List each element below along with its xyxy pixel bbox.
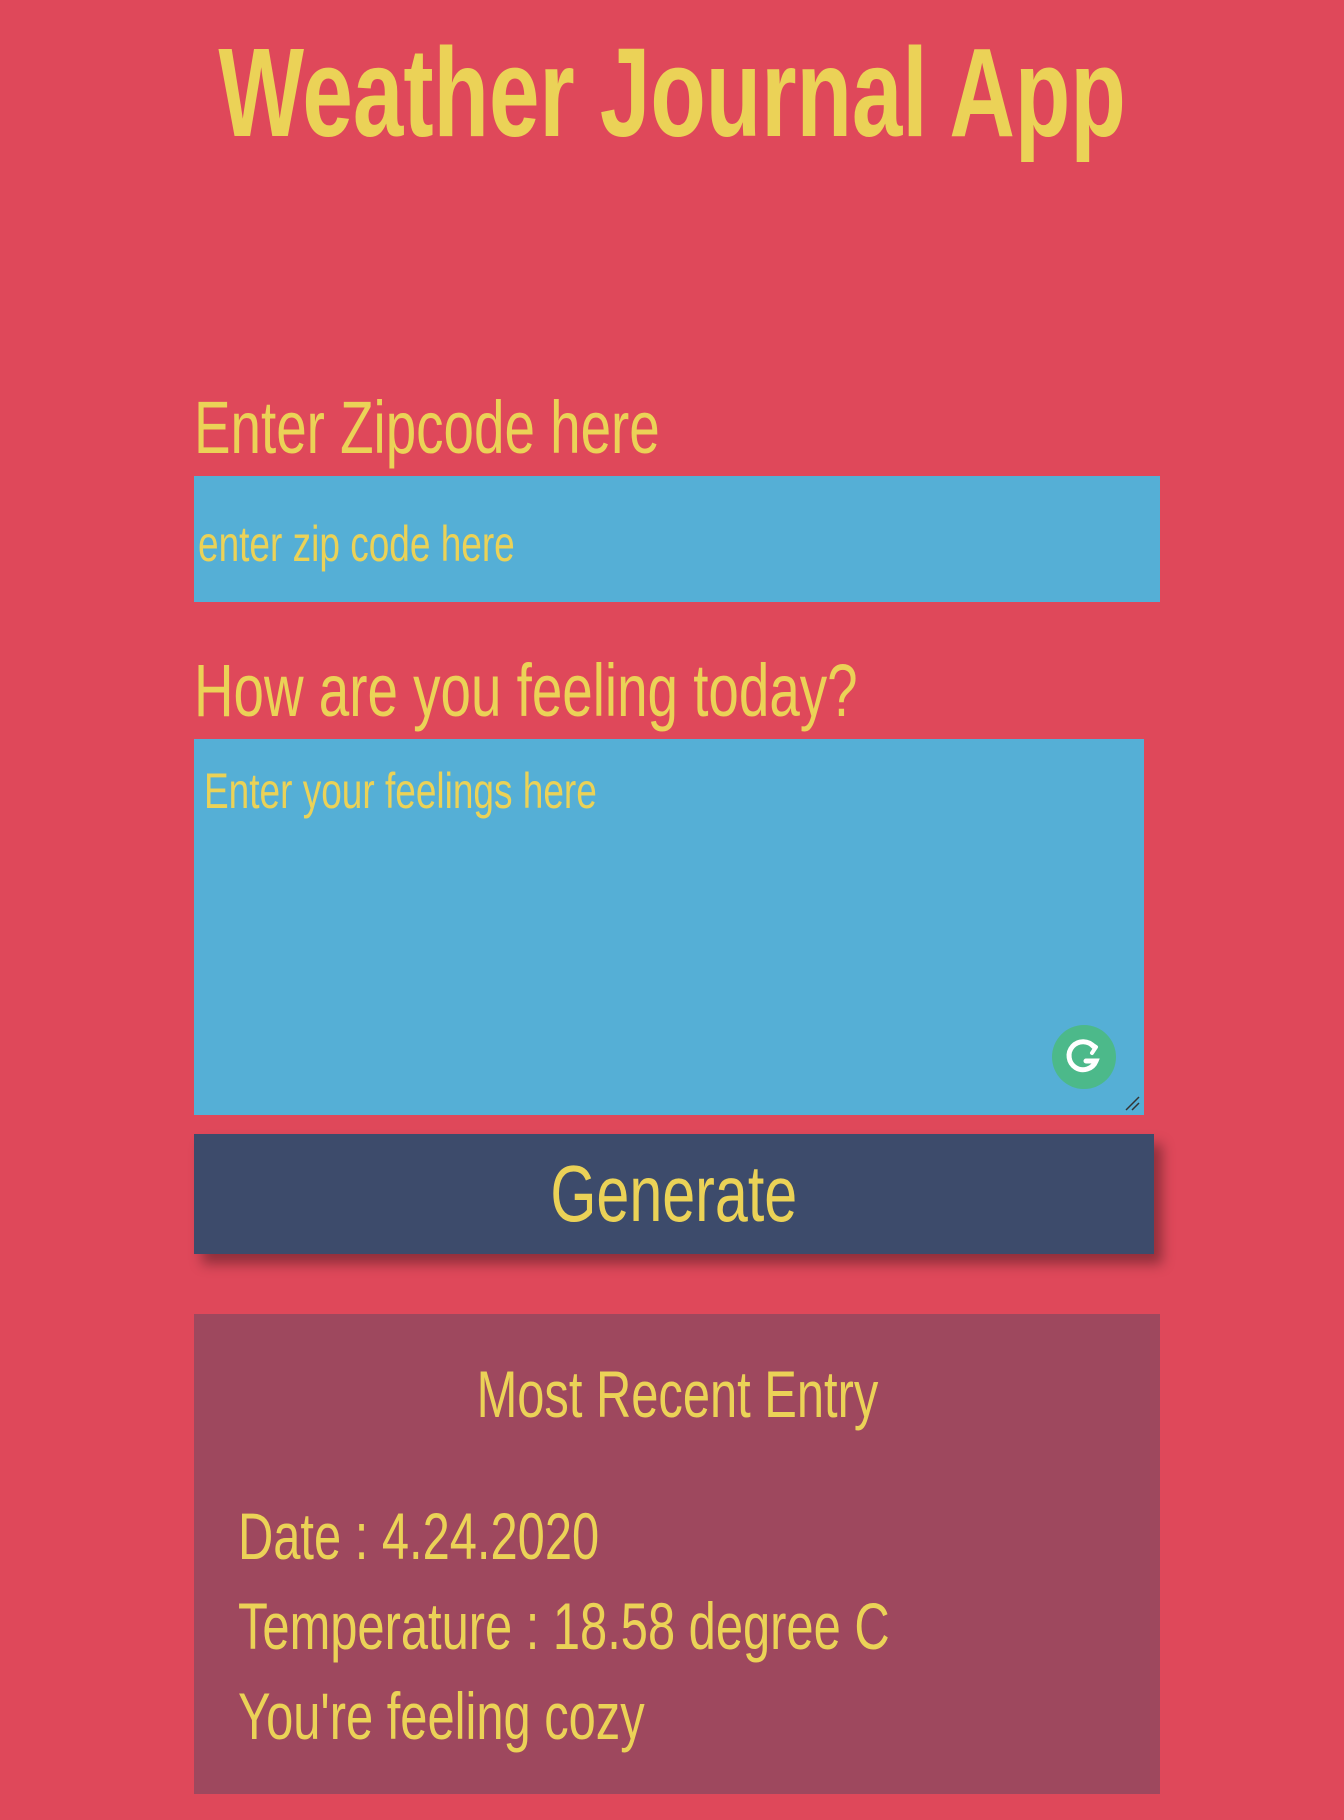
most-recent-entry-panel: Most Recent Entry Date : 4.24.2020 Tempe… (194, 1314, 1160, 1794)
entry-title: Most Recent Entry (194, 1354, 1160, 1434)
generate-button-label: Generate (550, 1149, 798, 1238)
grammarly-g-glyph (1066, 1039, 1100, 1073)
zip-label-text: Enter Zipcode here (194, 386, 660, 469)
page-title: Weather Journal App (0, 28, 1344, 158)
entry-temperature: Temperature : 18.58 degree C (238, 1586, 1119, 1666)
generate-button[interactable]: Generate (194, 1134, 1154, 1254)
feelings-textarea[interactable]: Enter your feelings here (194, 739, 1144, 1115)
entry-content-text: You're feeling cozy (238, 1679, 645, 1753)
page-title-text: Weather Journal App (218, 22, 1126, 163)
entry-content: You're feeling cozy (238, 1676, 788, 1756)
entry-temperature-text: Temperature : 18.58 degree C (238, 1589, 890, 1663)
resize-handle-icon[interactable] (1124, 1095, 1140, 1111)
feelings-label: How are you feeling today? (194, 651, 1091, 731)
feelings-label-text: How are you feeling today? (194, 649, 858, 732)
entry-date: Date : 4.24.2020 (238, 1496, 726, 1576)
entry-date-text: Date : 4.24.2020 (238, 1499, 600, 1573)
grammarly-g-icon[interactable] (1052, 1025, 1116, 1089)
zip-label: Enter Zipcode here (194, 388, 823, 468)
feelings-placeholder-text: Enter your feelings here (204, 763, 597, 819)
zip-input[interactable] (194, 476, 1160, 602)
entry-title-text: Most Recent Entry (476, 1357, 878, 1431)
feelings-placeholder: Enter your feelings here (204, 761, 735, 821)
